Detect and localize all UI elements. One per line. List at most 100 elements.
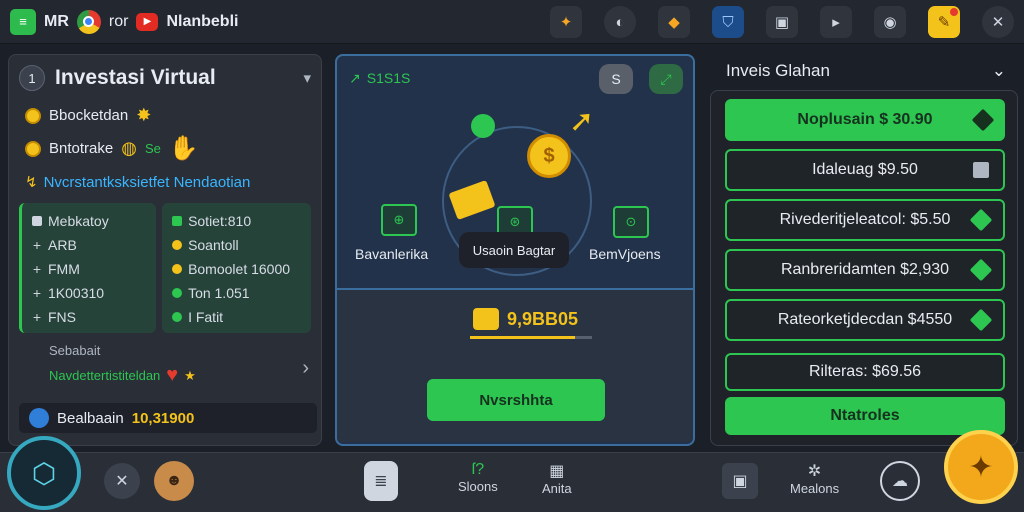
frame-icon[interactable]: ▣ — [722, 463, 758, 499]
list-item-text: 1K00310 — [48, 285, 105, 301]
investment-row[interactable]: Rivederitjeleatcol: $5.50 — [725, 199, 1005, 241]
notification-icon[interactable]: ✎ — [928, 6, 960, 38]
brand-name: Nlanbebli — [166, 12, 239, 30]
currency-button[interactable]: S — [599, 64, 633, 94]
panel-title: Investasi Virtual — [55, 66, 216, 89]
shape-icon[interactable]: ◆ — [658, 6, 690, 38]
list-item[interactable]: Bomoolet 16000 — [172, 257, 301, 281]
investment-row-text: Rivederitjeleatcol: $5.50 — [779, 211, 951, 228]
play-icon[interactable]: ▸ — [820, 6, 852, 38]
database-icon[interactable]: ≣ — [364, 461, 398, 501]
panel-header[interactable]: 1 Investasi Virtual ▾ — [9, 55, 321, 101]
clock-icon — [29, 408, 49, 428]
investment-row[interactable]: Noplusain $ 30.90 — [725, 99, 1005, 141]
info-link[interactable]: ↯ Nvcrstantksksietfet Nendaotian — [9, 167, 321, 197]
arrow-up-icon: ➚ — [569, 105, 595, 138]
badge-icon[interactable]: ✦ — [550, 6, 582, 38]
investment-row[interactable]: Ranbreridamten $2,930 — [725, 249, 1005, 291]
right-header[interactable]: Inveis Glahan ⌄ — [712, 56, 1016, 86]
coin-icon — [172, 240, 183, 250]
lock-icon[interactable]: ▣ — [766, 6, 798, 38]
investment-row[interactable]: Rilteras: $69.56 — [725, 353, 1005, 391]
browser-logo-icon[interactable] — [76, 9, 101, 34]
investment-row-text: Rateorketjdecdan $4550 — [777, 311, 953, 328]
list-item[interactable]: Ton 1.051 — [172, 281, 301, 305]
list-item-text: ARB — [48, 237, 77, 253]
tab-anita[interactable]: ▦ Anita — [542, 461, 572, 496]
plus-icon: + — [32, 237, 42, 253]
list-item[interactable]: + ARB — [32, 233, 146, 257]
label-left: Bavanlerika — [355, 246, 429, 262]
gear-icon: ✲ — [807, 463, 822, 480]
list-item[interactable]: I Fatit — [172, 305, 301, 329]
coin-icon — [25, 107, 41, 124]
investment-row-text: Ntatroles — [830, 407, 900, 424]
info-line-2: Bntotrake ◍ Se ✋ — [9, 130, 321, 167]
list-item-text: I Fatit — [188, 309, 224, 325]
list-item[interactable]: Soantoll — [172, 233, 301, 257]
avatar[interactable]: ☻ — [154, 461, 194, 501]
summary-value-text: Navdettertistiteldan — [49, 368, 161, 383]
info-line-2-text: Bntotrake — [49, 140, 114, 157]
tools-icon[interactable]: ✕ — [104, 463, 140, 499]
trend-up-icon: ↗ — [349, 70, 361, 86]
investment-row-text: Noplusain $ 30.90 — [797, 111, 933, 128]
portfolio-value: 9,9BB05 — [473, 308, 578, 330]
list-item[interactable]: + FMM — [32, 257, 146, 281]
list-item[interactable]: Sotiet:810 — [172, 209, 301, 233]
invest-button[interactable]: Nvsrshhta — [427, 379, 605, 421]
simulation-panel: ↗ S1S1S S ⤢ ➚ $ ⊕ ⊛ ⊙ Bavanlerika Usaoin… — [335, 54, 695, 446]
coin-icon — [25, 140, 41, 157]
plus-icon: + — [32, 285, 42, 301]
list-item[interactable]: Mebkatoy — [32, 209, 146, 233]
balance-value: 10,31900 — [131, 409, 195, 427]
chevron-right-icon[interactable]: › — [302, 357, 309, 380]
chevron-down-icon[interactable]: ▾ — [303, 69, 311, 87]
investment-row[interactable]: Idaleuag $9.50 — [725, 149, 1005, 191]
coin-icon[interactable]: $ — [527, 134, 571, 178]
stats-right: Sotiet:810 Soantoll Bomoolet 16000 Ton 1… — [162, 203, 311, 333]
video-logo-icon[interactable]: ▶ — [136, 12, 159, 31]
trend-tag-text: S1S1S — [366, 70, 411, 86]
list-item[interactable]: + FNS — [32, 305, 146, 329]
list-item-text: FMM — [48, 261, 80, 277]
shield-icon[interactable]: ⬡ — [7, 436, 81, 510]
list-item-text: Bomoolet 16000 — [188, 261, 291, 277]
hand-coin-icon: ✋ — [168, 135, 199, 162]
sparkle-icon: ✸ — [136, 105, 152, 125]
up-icon — [971, 108, 995, 132]
half-moon-icon[interactable]: ◐ — [604, 6, 636, 38]
list-item-text: Mebkatoy — [48, 213, 109, 229]
tab-mealons-label: Mealons — [790, 481, 840, 496]
tab-mealons[interactable]: ✲ Mealons — [790, 461, 839, 496]
portfolio-summary[interactable]: Sebabait Navdettertistiteldan ♥ ★ › — [19, 343, 313, 387]
category-icon-left[interactable]: ⊕ — [381, 204, 417, 236]
info-line-1: Bbocketdan ✸ — [9, 101, 321, 130]
chevron-down-icon[interactable]: ⌄ — [992, 61, 1006, 81]
diamond-icon — [969, 258, 993, 282]
rocket-icon[interactable]: ✦ — [944, 430, 1018, 504]
eye-icon[interactable]: ◉ — [874, 6, 906, 38]
top-icons: ✦ ◐ ◆ ⛉ ▣ ▸ ◉ ✎ ✕ — [550, 6, 1014, 38]
investment-row[interactable]: Ntatroles — [725, 397, 1005, 435]
node-icon — [471, 114, 495, 138]
app-logo-icon[interactable]: ≡ — [10, 8, 36, 35]
close-icon[interactable]: ✕ — [982, 6, 1014, 38]
summary-value: Navdettertistiteldan ♥ ★ — [19, 364, 313, 387]
label-center[interactable]: Usaoin Bagtar — [459, 232, 569, 268]
shield-icon[interactable]: ⛉ — [712, 6, 744, 38]
investment-row[interactable]: Rateorketjdecdan $4550 — [725, 299, 1005, 341]
cloud-icon[interactable]: ☁ — [880, 461, 920, 501]
expand-button[interactable]: ⤢ — [649, 64, 683, 94]
list-item[interactable]: +1K00310 — [32, 281, 146, 305]
label-right: BemVjoens — [589, 246, 661, 262]
heart-icon: ♥ — [166, 364, 179, 386]
step-number: 1 — [19, 65, 45, 91]
chart-icon: ſ? — [471, 461, 485, 478]
category-icon-right[interactable]: ⊙ — [613, 206, 649, 238]
plus-icon: + — [32, 309, 42, 325]
right-title: Inveis Glahan — [726, 61, 830, 80]
tab-sloons[interactable]: ſ? Sloons — [458, 461, 498, 494]
diamond-icon — [969, 308, 993, 332]
link-icon: ↯ — [25, 174, 38, 191]
